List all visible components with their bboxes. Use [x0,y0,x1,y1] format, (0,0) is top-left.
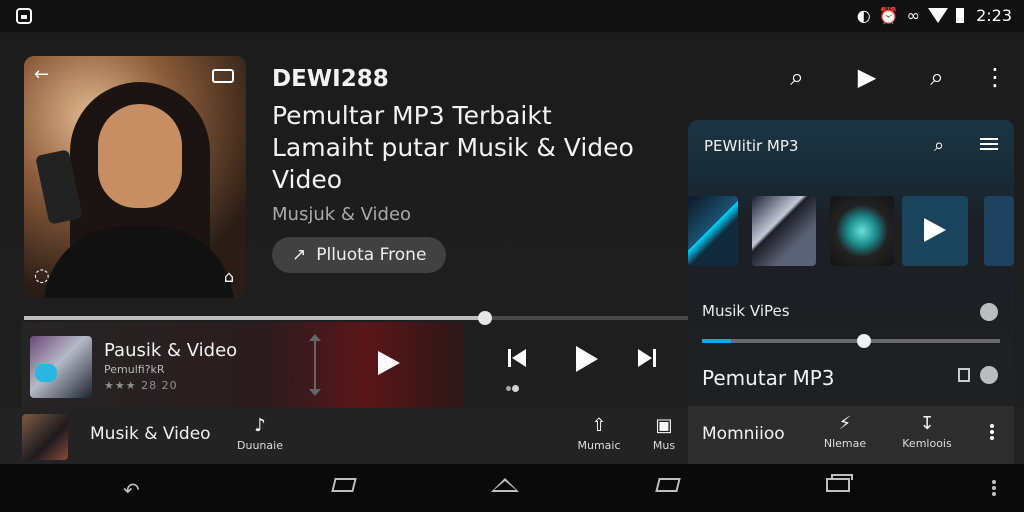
right-panel-title: PEWIitir MP3 [704,137,799,155]
main-seek-bar[interactable] [24,311,688,325]
status-time: 2:23 [976,6,1012,25]
next-icon[interactable] [638,346,658,370]
promo-label: Plluota Frone [316,245,427,265]
gear-icon[interactable] [980,366,998,384]
settings-icon[interactable] [980,303,998,321]
alarm-icon: ⏰ [878,6,899,25]
play-icon[interactable] [572,346,598,372]
sim-icon: ◐ [856,6,871,25]
thumbnail-3[interactable] [830,196,894,266]
headline: Pemultar MP3 Terbaikt Lamaiht putar Musi… [272,100,652,196]
right-panel-section-1: Musik ViPes [702,302,790,320]
share-icon[interactable]: ◌ [34,265,50,286]
bookmark-icon[interactable] [958,368,970,382]
more-icon[interactable]: ⋮ [980,62,1010,92]
thumbnail-2[interactable] [752,196,816,266]
right-panel-bottom-title: Momniioo [702,424,785,444]
image-icon: ▣ [655,415,673,436]
hero-text: DEWI288 Pemultar MP3 Terbaikt Lamaiht pu… [272,66,652,273]
bottom-tab-3[interactable]: ▣ Mus [640,416,688,460]
now-playing-title: Pausik & Video [104,340,238,361]
bottom-strip-avatar [22,414,68,460]
link-icon: ∞ [906,6,920,25]
right-panel-tab-2[interactable]: ↧ Kemloois [892,413,962,451]
main-seek-knob[interactable] [478,311,493,325]
status-icons: ◐ ⏰ ∞ [857,6,964,25]
bottom-tab-2[interactable]: ⇧ Mumaic [559,416,639,460]
play-icon[interactable]: ▶ [852,62,882,92]
pager-dot-active [512,385,519,392]
right-panel-slider[interactable] [702,334,1000,348]
menu-icon[interactable] [980,137,998,151]
download-icon: ↧ [919,413,935,434]
promo-button[interactable]: ↗ Plluota Frone [272,237,447,273]
headline-line-2: Lamaiht putar Musik & Video [272,133,634,162]
mini-chart-icon[interactable]: ⌂ [224,267,234,286]
now-playing-card[interactable]: Pausik & Video Pemulfi?kR ★★★ 28 20 [22,322,464,408]
now-playing-rating: ★★★ 28 20 [104,379,178,392]
now-playing-thumbnail [30,336,92,398]
brand-title: DEWI288 [272,66,389,92]
previous-icon[interactable] [508,346,528,370]
back-icon[interactable]: ↶ [123,478,140,502]
app-status-icon [16,8,32,24]
now-playing-play-icon[interactable] [378,351,400,375]
bottom-tab-3-label: Mus [652,439,676,452]
right-panel-tab-1-label: Nlemae [823,437,867,450]
stack-icon[interactable] [826,474,853,492]
search-icon[interactable]: ⌕ [782,62,812,92]
transport-controls [500,346,680,376]
arrow-right-icon: ↗ [292,245,307,265]
wifi-icon [928,8,948,23]
main-seek-fill [24,316,486,320]
hero-subtitle: Musjuk & Video [272,204,412,225]
more-icon[interactable] [992,480,996,484]
bottom-strip-title: Musik & Video [90,424,211,444]
right-panel-tab-1[interactable]: ⚡ Nlemae [810,413,880,451]
battery-icon [956,8,964,23]
right-panel-section-2: Pemutar MP3 [702,366,835,390]
search-icon[interactable]: ⌕ [934,135,944,156]
thumbnail-1[interactable] [688,196,738,266]
captions-icon[interactable] [212,69,234,83]
more-icon[interactable] [990,424,994,442]
rect-icon[interactable] [655,478,681,492]
right-panel-slider-knob[interactable] [857,334,872,348]
app-screen: ◐ ⏰ ∞ 2:23 ← ◌ ⌂ DEWI288 Pemultar MP3 Te… [0,0,1024,512]
top-actions: ⌕ ▶ ⌕ ⋮ [778,62,1008,92]
right-panel-tab-2-label: Kemloois [902,437,952,450]
search-icon[interactable]: ⌕ [922,62,952,92]
music-note-icon: ♪ [254,415,266,436]
bottom-tab-2-label: Mumaic [577,439,621,452]
headline-line-3: Video [272,165,343,194]
right-panel-bottom-bar: Momniioo ⚡ Nlemae ↧ Kemloois [688,406,1014,464]
home-icon[interactable] [331,478,357,492]
back-arrow-icon[interactable]: ← [34,64,49,85]
right-panel: PEWIitir MP3 ⌕ Musik ViPes Pemutar MP3 M… [688,120,1014,464]
right-panel-thumbnails [688,196,1014,266]
drag-handle-icon[interactable] [309,334,321,396]
right-panel-slider-fill [702,339,732,343]
pager-dot [506,386,511,391]
thumbnail-5[interactable] [984,196,1014,266]
thumbnail-4-play[interactable] [902,196,968,266]
now-playing-subtitle: Pemulfi?kR [104,363,165,376]
arrow-up-icon: ⇧ [591,415,607,436]
status-bar: ◐ ⏰ ∞ 2:23 [0,0,1024,32]
hero-album-art: ← ◌ ⌂ [24,56,246,298]
hero-face [98,104,182,208]
bottom-tab-1-label: Duunaie [237,439,283,452]
triangle-icon[interactable] [491,478,519,492]
headline-line-1: Pemultar MP3 Terbaikt [272,101,552,130]
flash-icon: ⚡ [838,413,852,434]
bottom-tab-1[interactable]: ♪ Duunaie [220,416,300,460]
system-navbar: ↶ [0,464,1024,512]
